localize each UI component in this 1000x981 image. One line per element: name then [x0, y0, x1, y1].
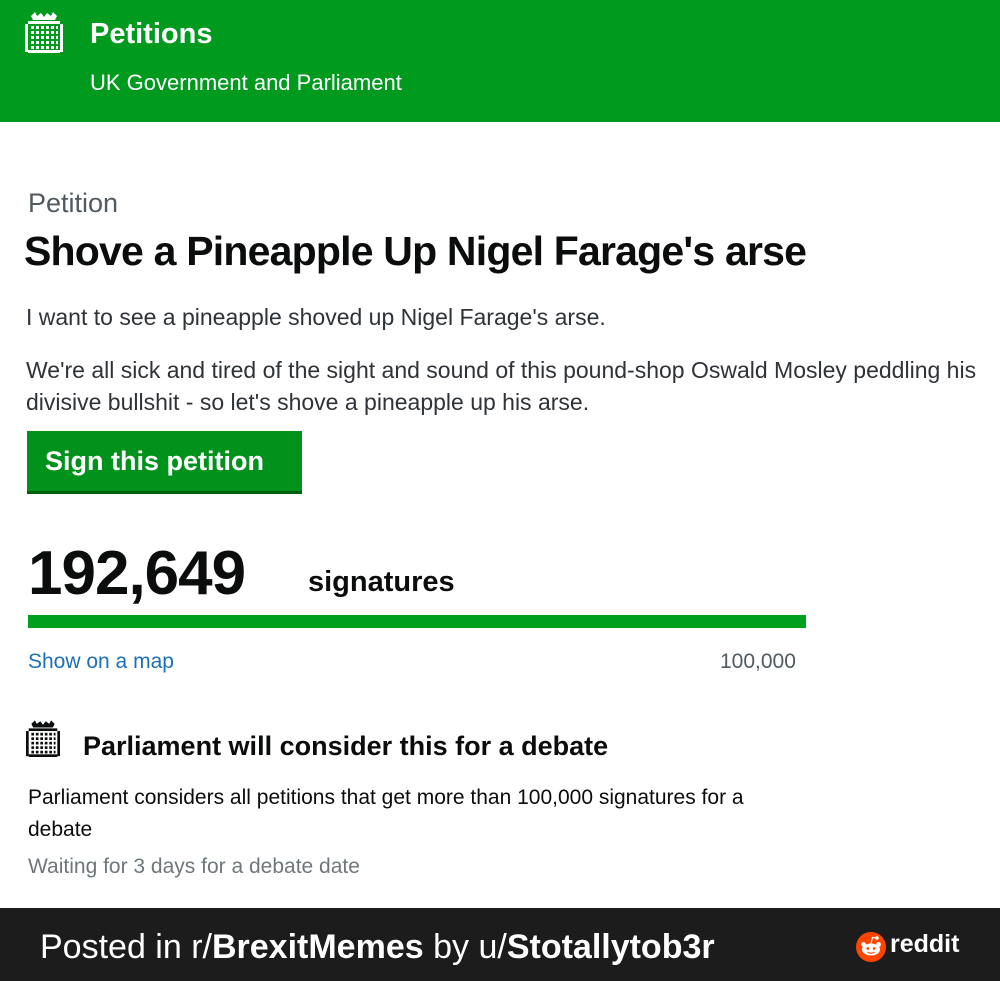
by-prefix: by u/ — [423, 928, 507, 966]
petition-kicker: Petition — [28, 188, 119, 218]
portcullis-icon — [26, 720, 60, 757]
subreddit-link[interactable]: BrexitMemes — [212, 928, 424, 966]
sign-petition-button[interactable]: Sign this petition — [27, 431, 302, 494]
petition-title: Shove a Pineapple Up Nigel Farage's arse — [24, 228, 807, 274]
username-link[interactable]: Stotallytob3r — [507, 928, 715, 966]
debate-waiting-status: Waiting for 3 days for a debate date — [28, 855, 360, 878]
reddit-wordmark: reddit — [890, 930, 960, 958]
signature-progress-fill — [28, 615, 806, 628]
debate-heading: Parliament will consider this for a deba… — [83, 731, 609, 761]
reddit-footer: Posted in r/BrexitMemes by u/Stotallytob… — [0, 908, 1000, 981]
petition-action: I want to see a pineapple shoved up Nige… — [26, 304, 606, 330]
petition-details: We're all sick and tired of the sight an… — [26, 357, 977, 415]
portcullis-icon[interactable] — [25, 12, 63, 56]
signature-progress-bar — [28, 615, 806, 628]
header-subtitle: UK Government and Parliament — [90, 70, 402, 95]
signature-count: 192,649 — [28, 539, 246, 608]
reddit-logo[interactable]: reddit — [856, 930, 966, 962]
posted-prefix: Posted in r/ — [40, 928, 212, 966]
reddit-snoo-icon — [856, 932, 886, 962]
signature-threshold: 100,000 — [720, 650, 796, 673]
post-attribution: Posted in r/BrexitMemes by u/Stotallytob… — [40, 928, 715, 967]
site-header: Petitions UK Government and Parliament — [0, 0, 1000, 122]
show-on-map-link[interactable]: Show on a map — [28, 650, 174, 674]
header-title[interactable]: Petitions — [90, 18, 212, 51]
signature-label: signatures — [308, 566, 455, 598]
debate-text: Parliament considers all petitions that … — [28, 786, 744, 841]
